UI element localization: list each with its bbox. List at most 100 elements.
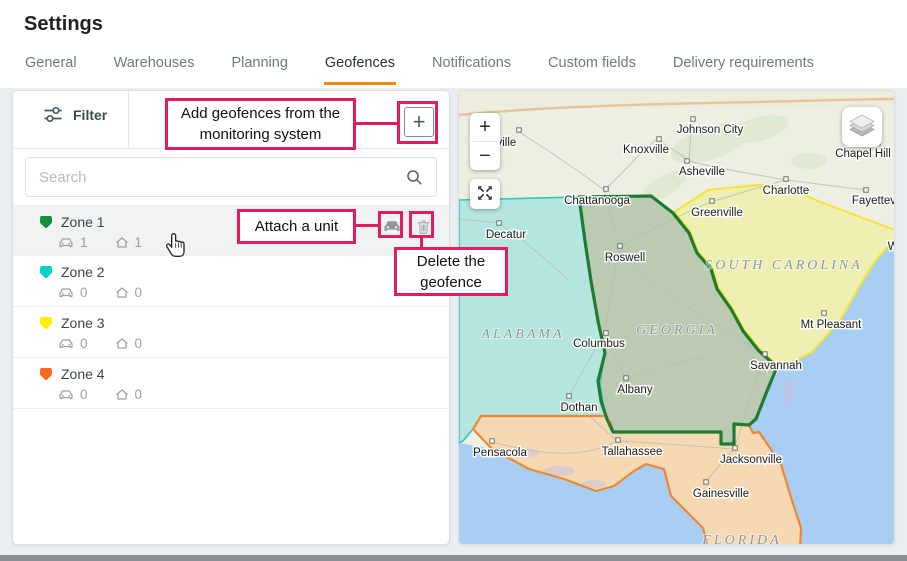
tab-general[interactable]: General	[24, 52, 78, 85]
geofence-list-panel: Filter + Zone 1 1 1 Zone 2 0 0	[12, 90, 450, 545]
city-dot	[490, 439, 494, 443]
vehicle-count: 1	[80, 235, 88, 250]
zone-row-zone-2[interactable]: Zone 2 0 0	[13, 256, 449, 307]
zone-name: Zone 1	[61, 214, 105, 230]
annotation-connector	[356, 224, 378, 227]
city-dot	[517, 128, 521, 132]
zone-name: Zone 2	[61, 264, 105, 280]
filter-icon	[43, 106, 63, 123]
zone-counts: 0 0	[13, 382, 449, 402]
tab-notifications[interactable]: Notifications	[431, 52, 512, 85]
city-dot	[604, 331, 608, 335]
vehicle-icon	[58, 236, 74, 250]
city-dot	[733, 446, 737, 450]
zone-name: Zone 4	[61, 366, 105, 382]
zone-title: Zone 3	[13, 307, 449, 331]
city-dot	[604, 187, 608, 191]
city-label: Roswell	[605, 252, 645, 264]
zone-shape-icon	[40, 368, 52, 380]
fullscreen-icon	[476, 184, 494, 205]
warehouse-count: 0	[135, 387, 143, 402]
layers-icon	[847, 112, 877, 143]
filter-label: Filter	[73, 107, 107, 123]
warehouse-icon	[115, 337, 129, 350]
city-dot	[657, 137, 661, 141]
state-label: SOUTH CAROLINA	[705, 258, 863, 273]
map-panel[interactable]: ALABAMAGEORGIASOUTH CAROLINAFLORIDA Nash…	[458, 90, 895, 545]
city-label: Johnson City	[677, 124, 744, 136]
warehouse-count: 1	[135, 235, 143, 250]
zone-title: Zone 4	[13, 358, 449, 382]
city-label: Chattanooga	[564, 195, 630, 207]
state-label: ALABAMA	[480, 327, 564, 342]
city-label: Tallahassee	[602, 446, 663, 458]
vehicle-count: 0	[80, 387, 88, 402]
city-dot	[864, 188, 868, 192]
city-dot	[710, 199, 714, 203]
annotation-outline-add-button	[397, 101, 438, 144]
city-label: W	[888, 241, 895, 253]
zone-row-zone-3[interactable]: Zone 3 0 0	[13, 307, 449, 358]
fullscreen-button[interactable]	[470, 179, 500, 209]
annotation-add-geofences: Add geofences from the monitoring system	[165, 98, 356, 150]
tab-delivery-requirements[interactable]: Delivery requirements	[672, 52, 815, 85]
state-label: FLORIDA	[701, 533, 781, 545]
window-edge	[0, 555, 907, 561]
city-label: Pensacola	[473, 447, 527, 459]
search-area	[13, 149, 449, 205]
tab-geofences[interactable]: Geofences	[324, 52, 396, 85]
zoom-out-button[interactable]: −	[470, 142, 500, 170]
city-label: Savannah	[750, 360, 802, 372]
tab-warehouses[interactable]: Warehouses	[113, 52, 196, 85]
annotation-attach-unit: Attach a unit	[237, 209, 356, 244]
warehouse-icon	[115, 286, 129, 299]
warehouse-icon	[115, 388, 129, 401]
zone-counts: 0 0	[13, 331, 449, 351]
city-label: Jacksonville	[720, 454, 782, 466]
geofence-map[interactable]: ALABAMAGEORGIASOUTH CAROLINAFLORIDA Nash…	[459, 91, 895, 545]
city-label: Mt Pleasant	[801, 319, 863, 331]
annotation-outline-attach-button	[378, 211, 403, 238]
city-dot	[763, 352, 767, 356]
zone-shape-icon	[40, 266, 52, 278]
city-dot	[691, 117, 695, 121]
warehouse-count: 0	[135, 336, 143, 351]
state-label: GEORGIA	[636, 323, 718, 338]
zoom-control: + −	[470, 113, 500, 170]
zone-title: Zone 2	[13, 256, 449, 280]
zone-row-zone-4[interactable]: Zone 4 0 0	[13, 358, 449, 409]
zone-shape-icon	[40, 317, 52, 329]
annotation-outline-delete-button	[409, 211, 434, 238]
search-input[interactable]	[25, 157, 437, 197]
settings-tabs: General Warehouses Planning Geofences Notifi…	[24, 52, 815, 85]
city-label: Knoxville	[623, 144, 669, 156]
search-icon[interactable]	[406, 169, 423, 191]
city-label: Decatur	[486, 229, 526, 241]
tab-planning[interactable]: Planning	[230, 52, 288, 85]
city-dot	[497, 221, 501, 225]
layers-button[interactable]	[842, 107, 882, 147]
warehouse-count: 0	[135, 285, 143, 300]
city-dot	[616, 438, 620, 442]
city-label: Dothan	[560, 402, 597, 414]
page-header: Settings General Warehouses Planning Geofen…	[0, 0, 907, 88]
vehicle-icon	[58, 388, 74, 402]
zone-name: Zone 3	[61, 315, 105, 331]
zone-counts: 0 0	[13, 280, 449, 300]
vehicle-icon	[58, 337, 74, 351]
city-label: Charlotte	[763, 185, 810, 197]
city-dot	[567, 394, 571, 398]
warehouse-icon	[115, 236, 129, 249]
city-label: Fayetteville	[852, 195, 895, 207]
vehicle-count: 0	[80, 336, 88, 351]
zone-shape-icon	[40, 216, 52, 228]
city-dot	[704, 480, 708, 484]
city-label: Columbus	[573, 338, 625, 350]
city-label: Greenville	[691, 207, 743, 219]
tab-custom-fields[interactable]: Custom fields	[547, 52, 637, 85]
vehicle-count: 0	[80, 285, 88, 300]
zoom-in-button[interactable]: +	[470, 113, 500, 141]
page-title: Settings	[24, 13, 103, 36]
city-dot	[822, 311, 826, 315]
filter-button[interactable]: Filter	[37, 105, 113, 124]
